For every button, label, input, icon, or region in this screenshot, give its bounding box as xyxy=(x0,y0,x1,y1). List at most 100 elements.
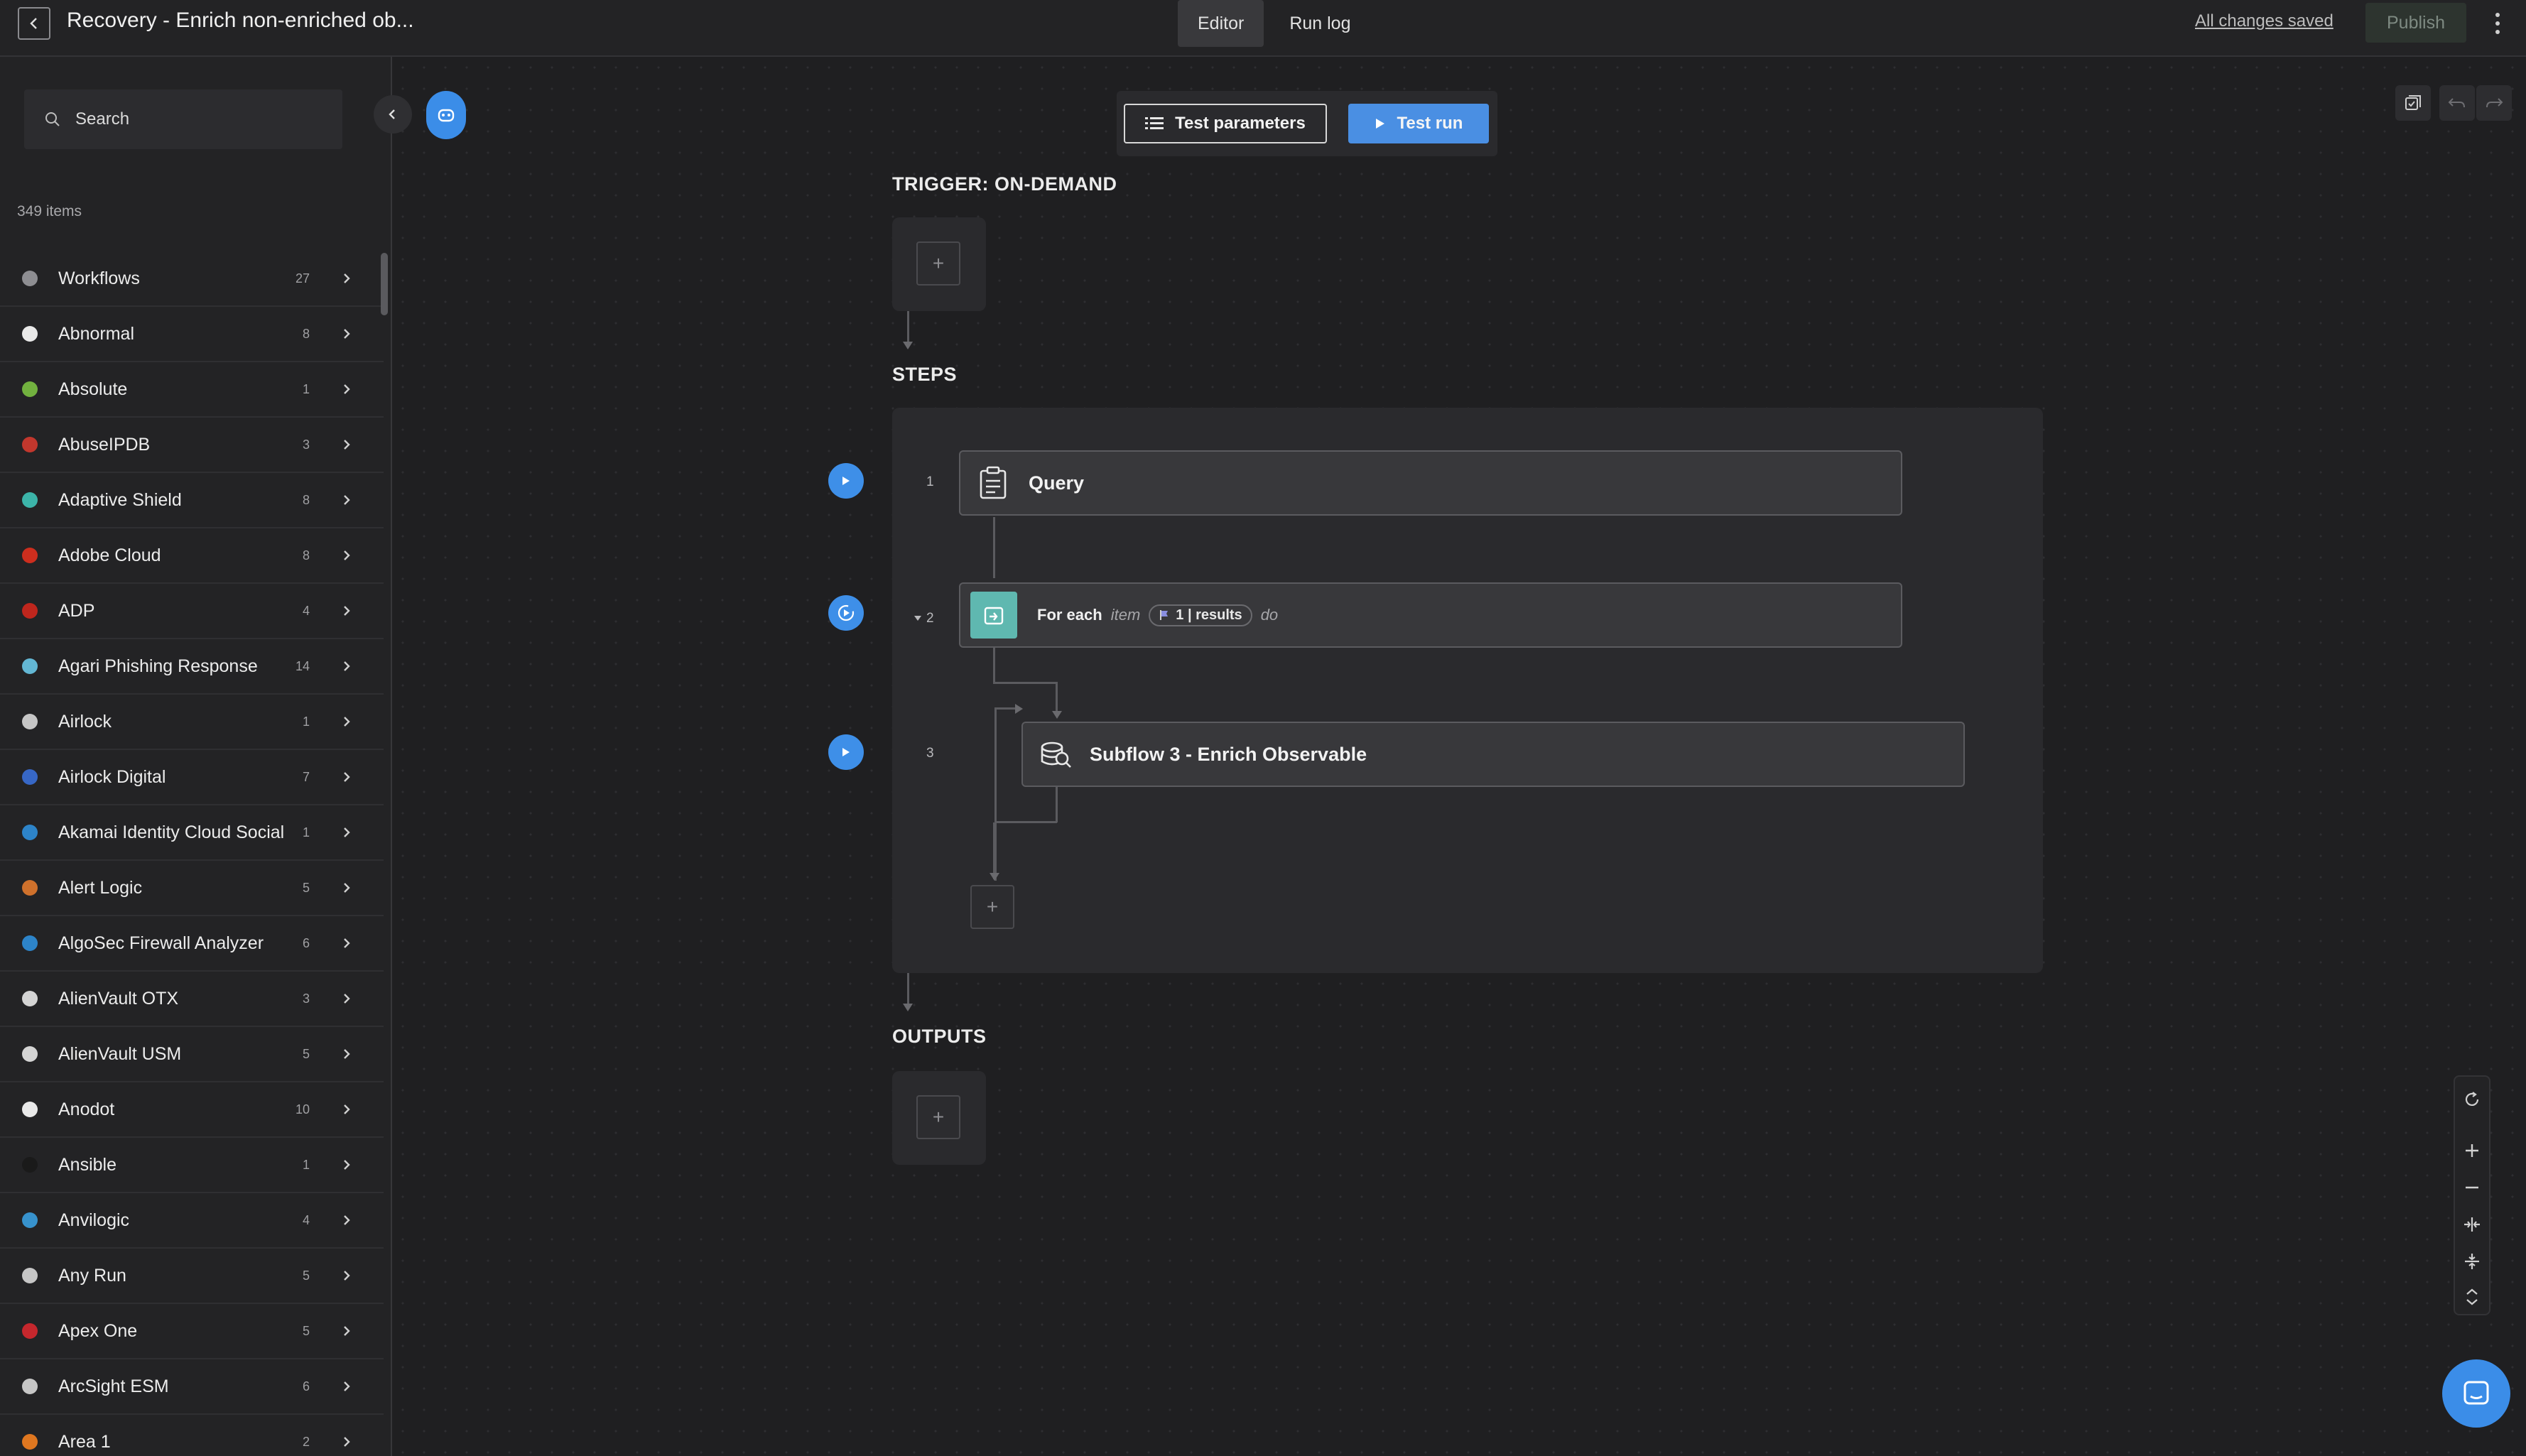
play-icon xyxy=(842,477,850,485)
sidebar-scrollbar[interactable] xyxy=(381,253,388,315)
chevron-right-icon[interactable] xyxy=(340,936,354,950)
publish-button[interactable]: Publish xyxy=(2365,3,2466,43)
chevron-right-icon[interactable] xyxy=(340,1102,354,1117)
add-step-button[interactable]: + xyxy=(970,885,1014,929)
sidebar-item-label: Any Run xyxy=(58,1265,126,1286)
sidebar-item[interactable]: Abnormal 8 xyxy=(0,307,384,362)
step-card-for-each[interactable]: For each item 1 | results do xyxy=(959,582,1902,648)
chevron-right-icon[interactable] xyxy=(340,770,354,784)
sidebar-item[interactable]: AbuseIPDB 3 xyxy=(0,418,384,473)
chevron-right-icon[interactable] xyxy=(340,1379,354,1393)
sidebar-item[interactable]: Airlock 1 xyxy=(0,695,384,750)
chevron-right-icon[interactable] xyxy=(340,548,354,563)
sidebar-item[interactable]: Absolute 1 xyxy=(0,362,384,418)
play-icon xyxy=(842,748,850,756)
more-options-icon[interactable] xyxy=(2490,7,2505,40)
zoom-in-icon[interactable] xyxy=(2455,1135,2489,1166)
chevron-right-icon[interactable] xyxy=(340,604,354,618)
chevron-right-icon[interactable] xyxy=(340,881,354,895)
copy-icon[interactable] xyxy=(2395,85,2431,121)
chevron-right-icon[interactable] xyxy=(340,1435,354,1449)
back-button[interactable] xyxy=(18,7,50,40)
undo-icon[interactable] xyxy=(2439,85,2475,121)
fit-height-icon[interactable] xyxy=(2455,1246,2489,1277)
loop-source-pill[interactable]: 1 | results xyxy=(1149,604,1252,626)
sidebar-item[interactable]: AlienVault USM 5 xyxy=(0,1027,384,1082)
add-trigger-button[interactable]: + xyxy=(916,241,960,286)
run-step-button[interactable] xyxy=(828,734,864,770)
abuseipdb-icon xyxy=(17,432,43,457)
sidebar-item[interactable]: Anodot 10 xyxy=(0,1082,384,1138)
sidebar-item[interactable]: Alert Logic 5 xyxy=(0,861,384,916)
sidebar-item[interactable]: ADP 4 xyxy=(0,584,384,639)
sidebar-item[interactable]: Any Run 5 xyxy=(0,1249,384,1304)
chevron-right-icon[interactable] xyxy=(340,1213,354,1227)
agari-icon xyxy=(17,653,43,679)
sidebar-item[interactable]: Ansible 1 xyxy=(0,1138,384,1193)
list-icon xyxy=(1145,117,1164,129)
sidebar-item-label: Abnormal xyxy=(58,323,134,344)
chevron-right-icon[interactable] xyxy=(340,659,354,673)
collapse-sidebar-button[interactable] xyxy=(374,95,412,134)
tab-run-log[interactable]: Run log xyxy=(1269,0,1370,47)
save-status-link[interactable]: All changes saved xyxy=(2195,11,2333,31)
assistant-bot-button[interactable] xyxy=(426,91,466,139)
sidebar-item-label: Workflows xyxy=(58,268,140,288)
sidebar-item-label: AlienVault USM xyxy=(58,1043,182,1064)
sidebar-item-label: Apex One xyxy=(58,1320,138,1341)
chevron-right-icon[interactable] xyxy=(340,327,354,341)
sidebar-item[interactable]: Adaptive Shield 8 xyxy=(0,473,384,528)
run-step-button[interactable] xyxy=(828,463,864,499)
connector-line xyxy=(1056,787,1058,822)
tab-editor[interactable]: Editor xyxy=(1178,0,1264,47)
sidebar-item[interactable]: ArcSight ESM 6 xyxy=(0,1359,384,1415)
chevron-right-icon[interactable] xyxy=(340,825,354,840)
test-parameters-button[interactable]: Test parameters xyxy=(1124,104,1327,143)
chevron-right-icon[interactable] xyxy=(340,493,354,507)
connector-line xyxy=(994,821,1057,823)
sidebar-item[interactable]: Agari Phishing Response 14 xyxy=(0,639,384,695)
adaptive-shield-icon xyxy=(17,487,43,513)
chat-support-button[interactable] xyxy=(2442,1359,2510,1428)
test-run-button[interactable]: Test run xyxy=(1348,104,1489,143)
chevron-right-icon[interactable] xyxy=(340,1047,354,1061)
airlock-icon xyxy=(17,709,43,734)
sidebar-item[interactable]: AlgoSec Firewall Analyzer 6 xyxy=(0,916,384,972)
sidebar-item[interactable]: Airlock Digital 7 xyxy=(0,750,384,805)
query-icon xyxy=(972,462,1014,504)
sidebar-item[interactable]: Area 1 2 xyxy=(0,1415,384,1456)
chevron-right-icon[interactable] xyxy=(340,1324,354,1338)
chevron-right-icon[interactable] xyxy=(340,1268,354,1283)
chevron-right-icon[interactable] xyxy=(340,992,354,1006)
chevron-right-icon[interactable] xyxy=(340,438,354,452)
step-title: Subflow 3 - Enrich Observable xyxy=(1090,743,1367,765)
add-output-button[interactable]: + xyxy=(916,1095,960,1139)
reset-view-icon[interactable] xyxy=(2455,1084,2489,1115)
chevron-right-icon[interactable] xyxy=(340,382,354,396)
chevron-right-icon[interactable] xyxy=(340,271,354,286)
sidebar-item-label: ArcSight ESM xyxy=(58,1376,169,1396)
chevron-right-icon[interactable] xyxy=(340,1158,354,1172)
apex-one-icon xyxy=(17,1318,43,1344)
zoom-out-icon[interactable] xyxy=(2455,1172,2489,1203)
connector-line xyxy=(993,682,1057,684)
expand-collapse-icon[interactable] xyxy=(2455,1281,2489,1313)
sidebar-item-label: Anodot xyxy=(58,1099,115,1119)
sidebar-item-label: Absolute xyxy=(58,379,128,399)
chevron-right-icon[interactable] xyxy=(340,715,354,729)
run-loop-button[interactable] xyxy=(828,595,864,631)
sidebar-item[interactable]: Akamai Identity Cloud Social 1 xyxy=(0,805,384,861)
sidebar-item[interactable]: Apex One 5 xyxy=(0,1304,384,1359)
redo-icon[interactable] xyxy=(2476,85,2512,121)
sidebar-item-label: AlienVault OTX xyxy=(58,988,179,1009)
step-card-subflow[interactable]: Subflow 3 - Enrich Observable xyxy=(1021,722,1965,787)
sidebar-item[interactable]: Anvilogic 4 xyxy=(0,1193,384,1249)
sidebar-item[interactable]: AlienVault OTX 3 xyxy=(0,972,384,1027)
sidebar-item[interactable]: Workflows 27 xyxy=(0,251,384,307)
workflow-title[interactable]: Recovery - Enrich non-enriched ob... xyxy=(67,9,414,33)
step-card-query[interactable]: Query xyxy=(959,450,1902,516)
search-input[interactable]: Search xyxy=(24,89,342,149)
collapse-caret-icon[interactable] xyxy=(914,615,922,622)
sidebar-item[interactable]: Adobe Cloud 8 xyxy=(0,528,384,584)
fit-width-icon[interactable] xyxy=(2455,1209,2489,1240)
